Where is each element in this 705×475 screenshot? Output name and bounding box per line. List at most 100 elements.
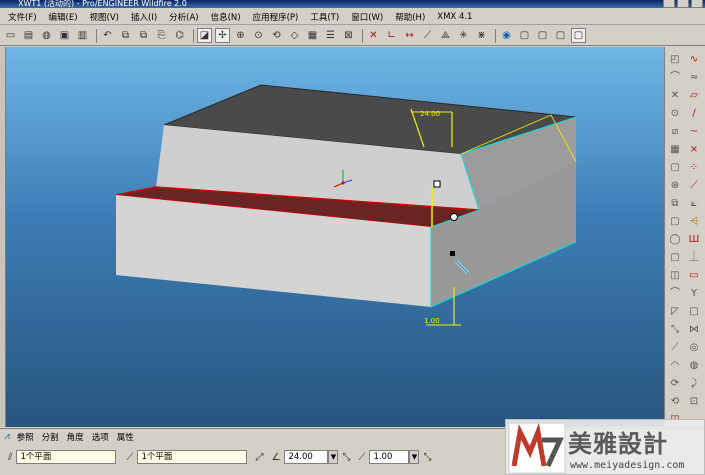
csys-tool-icon[interactable]: ⟀ <box>687 197 701 211</box>
dimension-angle-text[interactable]: 24.00 <box>420 110 440 118</box>
datum-point-tool-icon[interactable]: ✕ <box>668 89 682 103</box>
box-tool-icon[interactable]: ▭ <box>687 269 701 283</box>
maximize-button[interactable] <box>677 0 689 8</box>
points-tool-icon[interactable]: ⁘ <box>687 161 701 175</box>
insert-analysis-icon[interactable]: ▦ <box>668 143 682 157</box>
fold-tool-icon[interactable]: Y <box>687 287 701 301</box>
zoom-out-icon[interactable]: ⊙ <box>251 28 266 43</box>
angle-dropdown-arrow[interactable]: ▼ <box>328 450 339 464</box>
datum-tool-icon[interactable]: ⩤ <box>687 215 701 229</box>
flip-direction-icon[interactable]: ⤢ <box>255 452 263 463</box>
offset-tool-icon[interactable]: ◠ <box>668 359 682 373</box>
close-button[interactable] <box>691 0 703 8</box>
annotation-icon[interactable]: ✳ <box>456 28 471 43</box>
refit-icon[interactable]: ⟲ <box>269 28 284 43</box>
spline-tool-icon[interactable]: ∼ <box>687 125 701 139</box>
merge-tool-icon[interactable]: ⋈ <box>687 323 701 337</box>
coordinate-tool-icon[interactable]: ⊙ <box>668 107 682 121</box>
pattern-tool-icon[interactable]: ◎ <box>687 341 701 355</box>
menu-item-0[interactable]: 文件(F) <box>2 11 43 23</box>
datum-axis-tool-icon[interactable]: ⌒ <box>668 71 682 85</box>
drag-handle-black[interactable] <box>450 251 455 256</box>
extend-tool-icon[interactable]: ⟲ <box>668 395 682 409</box>
cross-curve-icon[interactable]: ⨯ <box>687 143 701 157</box>
datum-points-icon[interactable]: ↔ <box>402 28 417 43</box>
tab-angle[interactable]: 角度 <box>63 431 88 443</box>
shell-tool-icon[interactable]: ▢ <box>668 251 682 265</box>
open-model-icon[interactable]: ◍ <box>39 28 54 43</box>
open-file-icon[interactable]: ▤ <box>21 28 36 43</box>
no-hidden-icon[interactable]: ▢ <box>535 28 550 43</box>
tab-references[interactable]: 参照 <box>13 431 38 443</box>
shading-icon[interactable]: ▢ <box>553 28 568 43</box>
regenerate-icon[interactable]: ⌬ <box>172 28 187 43</box>
axis-tool-icon[interactable]: ⟋ <box>687 179 701 193</box>
trim-tool-icon[interactable]: ⟋ <box>668 341 682 355</box>
menu-item-1[interactable]: 编辑(E) <box>43 11 84 23</box>
warp-tool-icon[interactable]: ⤸ <box>687 377 701 391</box>
model-tree-icon[interactable]: ⊠ <box>341 28 356 43</box>
wave-curve-icon[interactable]: ≈ <box>687 71 701 85</box>
sketch-curve-icon[interactable]: ∿ <box>687 53 701 67</box>
reorient-icon[interactable]: ◇ <box>287 28 302 43</box>
revolve-tool-icon[interactable]: ⊛ <box>668 179 682 193</box>
drag-handle-circle[interactable] <box>450 213 458 221</box>
saved-views-icon[interactable]: ▦ <box>305 28 320 43</box>
offset-value-input[interactable]: 1.00 <box>369 450 410 464</box>
zoom-in-icon[interactable]: ⊕ <box>233 28 248 43</box>
undo-icon[interactable]: ↶ <box>100 28 115 43</box>
menu-item-10[interactable]: XMX 4.1 <box>431 12 478 22</box>
reference-collector-2[interactable]: 1个平面 <box>137 450 248 464</box>
dimension-offset-text[interactable]: 1.00 <box>424 317 440 325</box>
blend-tool-icon[interactable]: ▢ <box>668 215 682 229</box>
new-file-icon[interactable]: ▭ <box>3 28 18 43</box>
draft-tool-icon[interactable]: ◫ <box>668 269 682 283</box>
offset-dropdown-arrow[interactable]: ▼ <box>409 450 420 464</box>
hole-tool-icon[interactable]: ◯ <box>668 233 682 247</box>
sketch-icon[interactable]: ⟁ <box>438 28 453 43</box>
print-icon[interactable]: ▥ <box>75 28 90 43</box>
redo-icon[interactable]: ⧉ <box>118 28 133 43</box>
mirror-tool-icon[interactable]: ⤡ <box>668 323 682 337</box>
datum-plane-tool-icon[interactable]: ◰ <box>668 53 682 67</box>
model-canvas[interactable]: 24.00 1.00 <box>6 47 664 427</box>
tab-split[interactable]: 分割 <box>38 431 63 443</box>
rib-tool-icon[interactable]: ⏊ <box>687 251 701 265</box>
save-icon[interactable]: ▣ <box>57 28 72 43</box>
hidden-line-icon[interactable]: ▢ <box>517 28 532 43</box>
graphics-viewport[interactable]: 24.00 1.00 <box>6 47 664 427</box>
chamfer-tool-icon[interactable]: ◸ <box>668 305 682 319</box>
tab-options[interactable]: 选项 <box>88 431 113 443</box>
flip-offset-icon[interactable]: ⤡ <box>423 452 431 463</box>
datum-axes-icon[interactable]: ∟ <box>384 28 399 43</box>
thicken-tool-icon[interactable]: ◍ <box>687 359 701 373</box>
menu-item-7[interactable]: 工具(T) <box>304 11 345 23</box>
round-tool-icon[interactable]: ⌒ <box>668 287 682 301</box>
datum-point-display-icon[interactable]: ⋇ <box>474 28 489 43</box>
wireframe-icon[interactable]: ◉ <box>499 28 514 43</box>
group-tool-icon[interactable]: Ш <box>687 233 701 247</box>
layers-icon[interactable]: ☰ <box>323 28 338 43</box>
spin-center-icon[interactable]: ✢ <box>215 28 230 43</box>
shaded-icon[interactable]: ▢ <box>571 28 586 43</box>
flip-angle-icon[interactable]: ⤡ <box>342 452 350 463</box>
intersect-tool-icon[interactable]: ⊡ <box>687 395 701 409</box>
extrude-tool-icon[interactable]: ▢ <box>668 161 682 175</box>
repaint-icon[interactable]: ◪ <box>197 28 212 43</box>
datum-planes-icon[interactable]: ✕ <box>366 28 381 43</box>
tab-properties[interactable]: 属性 <box>113 431 138 443</box>
menu-item-4[interactable]: 分析(A) <box>163 11 204 23</box>
menu-item-3[interactable]: 插入(I) <box>125 11 163 23</box>
coordinate-system-icon[interactable]: ⟋ <box>420 28 435 43</box>
menu-item-6[interactable]: 应用程序(P) <box>247 11 305 23</box>
line-tool-icon[interactable]: ∕ <box>687 107 701 121</box>
menu-item-2[interactable]: 视图(V) <box>84 11 125 23</box>
menu-item-5[interactable]: 信息(N) <box>205 11 247 23</box>
drag-handle-square[interactable] <box>433 180 441 188</box>
solidify-tool-icon[interactable]: ⟳ <box>668 377 682 391</box>
paste-icon[interactable]: ⎘ <box>154 28 169 43</box>
menu-item-9[interactable]: 帮助(H) <box>389 11 431 23</box>
sketcher-tool-icon[interactable]: ⧄ <box>668 125 682 139</box>
pipe-tool-icon[interactable]: ▢ <box>687 305 701 319</box>
angle-value-input[interactable]: 24.00 <box>284 450 329 464</box>
